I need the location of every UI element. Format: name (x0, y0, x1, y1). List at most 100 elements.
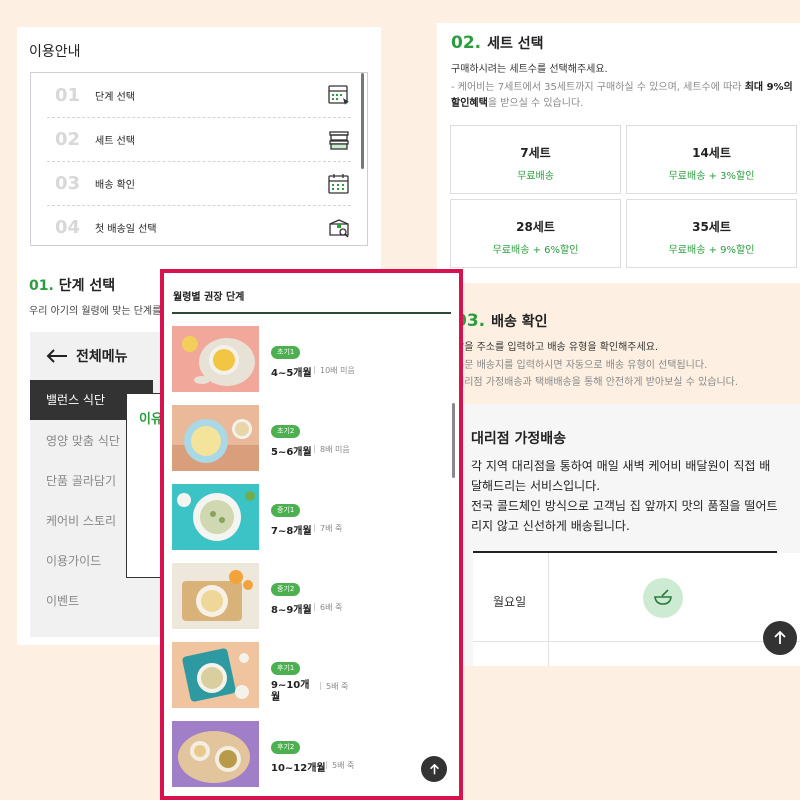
schedule-day: 월요일 (493, 595, 527, 609)
section-title-text: 세트 선택 (487, 36, 544, 52)
porridge-ratio: 5배 죽 (326, 760, 354, 771)
stage-badge: 초기1 (271, 346, 301, 359)
age-range: 5~6개월 (271, 447, 312, 458)
age-row-1[interactable]: 초기1 4~5개월 10배 미음 (172, 326, 432, 392)
step-label: 단계 선택 (95, 91, 135, 103)
set-card-benefit: 무료배송 + 3%할인 (668, 171, 755, 182)
divider (548, 553, 549, 666)
divider (172, 312, 451, 314)
calendar-select-icon (328, 85, 349, 105)
delivery-schedule-table: 월요일 (473, 553, 800, 666)
step-number: 01 (55, 84, 81, 106)
scroll-top-button[interactable] (763, 621, 797, 655)
delivery-card-text-1: 각 지역 대리점을 통하여 매일 새벽 케어비 배달원이 직접 배달해드리는 서… (471, 459, 771, 493)
step-number: 04 (55, 217, 81, 238)
delivery-note: 주문 배송지를 입력하시면 자동으로 배송 유형이 선택됩니다. (455, 360, 708, 371)
section-title-text: 배송 확인 (491, 314, 548, 330)
set-card-name: 35세트 (692, 220, 731, 234)
age-row-6[interactable]: 후기2 10~12개월 5배 죽 (172, 721, 432, 787)
porridge-ratio: 10배 미음 (314, 365, 355, 376)
age-range: 4~5개월 (271, 368, 312, 379)
box-search-icon (329, 218, 349, 238)
age-range: 8~9개월 (271, 605, 312, 616)
divider (473, 641, 800, 642)
section-title-set: 02. 세트 선택 (451, 33, 544, 53)
step-item-4[interactable]: 04 첫 배송일 선택 (47, 205, 351, 249)
popup-scroll-top-button[interactable] (421, 756, 447, 782)
porridge-ratio: 6배 죽 (314, 602, 342, 613)
step-item-3[interactable]: 03 배송 확인 (47, 161, 351, 205)
step-item-2[interactable]: 02 세트 선택 (47, 117, 351, 161)
delivery-card: 대리점 가정배송 각 지역 대리점을 통하여 매일 새벽 케어비 배달원이 직접… (453, 404, 800, 666)
section-title-delivery: 03. 배송 확인 (455, 311, 548, 331)
arrow-up-icon (774, 631, 786, 644)
baby-food-photo (172, 563, 259, 629)
set-select-panel: 02. 세트 선택 구매하시려는 세트수를 선택해주세요. - 케어비는 7세트… (437, 23, 800, 283)
set-card-35[interactable]: 35세트무료배송 + 9%할인 (626, 199, 797, 268)
set-card-28[interactable]: 28세트무료배송 + 6%할인 (450, 199, 621, 268)
age-stage-popup: 월령별 권장 단계 초기1 4~5개월 10배 미음 초기2 5~6개월 8배 … (160, 269, 463, 800)
set-card-14[interactable]: 14세트무료배송 + 3%할인 (626, 125, 797, 194)
set-card-benefit: 무료배송 + 9%할인 (668, 245, 755, 256)
age-row-5[interactable]: 후기1 9~10개월 5배 죽 (172, 642, 432, 708)
age-row-3[interactable]: 중기1 7~8개월 7배 죽 (172, 484, 432, 550)
steps-list: 01 단계 선택 02 세트 선택 03 배송 확인 04 첫 배송일 선택 (30, 72, 368, 246)
baby-food-photo (172, 642, 259, 708)
popup-scrollbar[interactable] (452, 403, 455, 478)
set-card-name: 14세트 (692, 146, 731, 160)
delivery-desc: 받을 주소를 입력하고 배송 유형을 확인해주세요. (455, 342, 659, 353)
step-item-1[interactable]: 01 단계 선택 (47, 73, 351, 117)
age-range: 9~10개월 (271, 680, 310, 703)
baby-food-photo (172, 326, 259, 392)
section-title-text: 단계 선택 (58, 278, 116, 294)
section-title-step: 01. 단계 선택 (29, 278, 116, 294)
delivery-notes: 주문 배송지를 입력하시면 자동으로 배송 유형이 선택됩니다. 대리점 가정배송… (455, 357, 738, 391)
step-label: 배송 확인 (95, 180, 135, 191)
arrow-up-icon (429, 763, 439, 774)
step-label: 첫 배송일 선택 (95, 224, 157, 235)
age-row-2[interactable]: 초기2 5~6개월 8배 미음 (172, 405, 432, 471)
set-card-name: 28세트 (516, 220, 555, 234)
stage-badge: 후기1 (271, 662, 301, 675)
bowl-icon (643, 578, 683, 618)
guide-title: 이용안내 (29, 44, 81, 60)
stage-badge: 중기1 (271, 504, 301, 517)
step-number: 02 (55, 129, 81, 150)
delivery-card-title: 대리점 가정배송 (471, 431, 567, 447)
set-card-benefit: 무료배송 (517, 171, 554, 182)
calendar-icon (328, 173, 349, 194)
baby-food-photo (172, 405, 259, 471)
set-card-name: 7세트 (520, 146, 551, 160)
container-stack-icon (329, 130, 349, 150)
menu-back-button[interactable]: 전체메뉴 (46, 346, 128, 366)
porridge-ratio: 7배 죽 (314, 523, 342, 534)
menu-back-label: 전체메뉴 (76, 349, 128, 365)
step-label: 세트 선택 (95, 136, 135, 147)
baby-food-photo (172, 721, 259, 787)
step-number: 03 (55, 173, 81, 194)
stage-badge: 초기2 (271, 425, 301, 438)
baby-food-photo (172, 484, 259, 550)
popup-title: 월령별 권장 단계 (173, 292, 245, 303)
steps-scrollbar[interactable] (361, 73, 364, 169)
section-number: 02 (451, 33, 475, 53)
set-note: - 케어비는 7세트에서 35세트까지 구매하실 수 있으며, 세트수에 따라 … (451, 80, 796, 112)
section-number: 01 (29, 278, 49, 294)
age-row-4[interactable]: 중기2 8~9개월 6배 죽 (172, 563, 432, 629)
stage-badge: 중기2 (271, 583, 301, 596)
set-card-7[interactable]: 7세트무료배송 (450, 125, 621, 194)
delivery-card-text-2: 전국 콜드체인 방식으로 고객님 집 앞까지 맛의 품질을 떨어트리지 않고 신… (471, 499, 778, 533)
set-card-benefit: 무료배송 + 6%할인 (492, 245, 579, 256)
section-desc: 우리 아기의 월령에 맞는 단계를 (29, 306, 162, 317)
porridge-ratio: 8배 미음 (314, 444, 350, 455)
set-note-suffix: 을 받으실 수 있습니다. (487, 98, 584, 109)
age-range: 7~8개월 (271, 526, 312, 537)
delivery-note: 대리점 가정배송과 택배배송을 통해 안전하게 받아보실 수 있습니다. (455, 377, 739, 388)
set-desc: 구매하시려는 세트수를 선택해주세요. (451, 64, 608, 75)
porridge-ratio: 5배 죽 (320, 681, 348, 692)
age-range: 10~12개월 (271, 763, 326, 774)
delivery-card-text: 각 지역 대리점을 통하여 매일 새벽 케어비 배달원이 직접 배달해드리는 서… (471, 456, 781, 536)
stage-badge: 후기2 (271, 741, 301, 754)
set-note-text: - 케어비는 7세트에서 35세트까지 구매하실 수 있으며, 세트수에 따라 (451, 82, 745, 93)
arrow-left-icon (46, 349, 67, 363)
